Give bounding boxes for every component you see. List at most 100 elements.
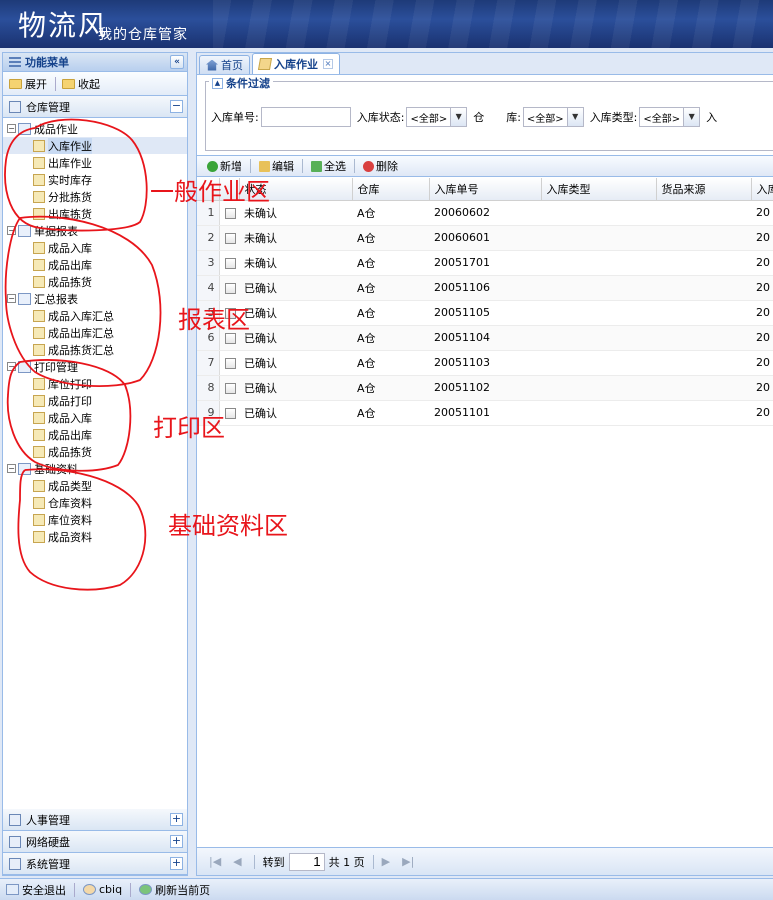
- tree-leaf[interactable]: 成品拣货: [3, 443, 187, 460]
- expand-icon[interactable]: +: [170, 857, 183, 870]
- tree-leaf[interactable]: 库位打印: [3, 375, 187, 392]
- table-row[interactable]: 1 未确认 A仓 20060602 20: [197, 200, 773, 226]
- menu-panel-header: 功能菜单 «: [3, 53, 187, 72]
- filter-legend[interactable]: ▲ 条件过滤: [209, 75, 273, 91]
- delete-button[interactable]: 删除: [363, 158, 398, 174]
- tree-folder[interactable]: − 基础资料: [3, 460, 187, 477]
- checkbox[interactable]: [224, 257, 236, 269]
- tab-inbound[interactable]: 入库作业 ×: [252, 53, 340, 74]
- tree-leaf[interactable]: 成品打印: [3, 392, 187, 409]
- tree-folder[interactable]: − 打印管理: [3, 358, 187, 375]
- cell-warehouse: A仓: [352, 225, 429, 251]
- column-header[interactable]: 入库单号: [429, 178, 542, 201]
- table-row[interactable]: 6 已确认 A仓 20051104 20: [197, 325, 773, 351]
- close-icon[interactable]: ×: [323, 59, 333, 69]
- tree-leaf[interactable]: 成品入库: [3, 239, 187, 256]
- column-header[interactable]: 货品来源: [656, 178, 752, 201]
- checkbox[interactable]: [224, 382, 236, 394]
- tree-folder[interactable]: − 汇总报表: [3, 290, 187, 307]
- row-checkbox: [219, 375, 239, 401]
- first-page-button[interactable]: |◀: [209, 855, 221, 868]
- tree-leaf[interactable]: 成品资料: [3, 528, 187, 545]
- tree-leaf[interactable]: 库位资料: [3, 511, 187, 528]
- cell-status: 未确认: [239, 225, 352, 251]
- next-page-button[interactable]: ▶: [382, 855, 390, 868]
- warehouse-label: 仓 库:: [473, 111, 521, 124]
- grid-body: 1 未确认 A仓 20060602 20 2 未确认 A仓 20060601 20 3 未确认 A仓 20…: [197, 200, 773, 426]
- tree-collapse-icon[interactable]: −: [7, 362, 16, 371]
- app-header: 物流风 我的仓库管家: [0, 0, 773, 48]
- tree-leaf[interactable]: 成品入库汇总: [3, 307, 187, 324]
- column-header[interactable]: 入库: [751, 178, 773, 201]
- tree-leaf[interactable]: 成品出库: [3, 256, 187, 273]
- collapse-all-button[interactable]: 收起: [62, 76, 100, 92]
- last-page-button[interactable]: ▶|: [402, 855, 414, 868]
- column-header[interactable]: 入库类型: [541, 178, 657, 201]
- accordion-section[interactable]: 人事管理 +: [3, 809, 187, 831]
- tree-leaf[interactable]: 成品拣货: [3, 273, 187, 290]
- table-row[interactable]: 7 已确认 A仓 20051103 20: [197, 350, 773, 376]
- tree-collapse-icon[interactable]: −: [7, 464, 16, 473]
- cell-type: [541, 200, 656, 226]
- expand-icon[interactable]: +: [170, 835, 183, 848]
- order-no-input[interactable]: [260, 107, 351, 127]
- tree-leaf[interactable]: 入库作业: [3, 137, 187, 154]
- cell-status: 已确认: [239, 325, 352, 351]
- type-select[interactable]: <全部> ▼: [639, 107, 701, 127]
- cell-date: 20: [751, 350, 773, 376]
- accordion-section[interactable]: 系统管理 +: [3, 853, 187, 875]
- tree-leaf[interactable]: 出库作业: [3, 154, 187, 171]
- warehouse-select[interactable]: <全部> ▼: [522, 107, 584, 127]
- table-row[interactable]: 8 已确认 A仓 20051102 20: [197, 375, 773, 401]
- tree-leaf[interactable]: 成品类型: [3, 477, 187, 494]
- table-row[interactable]: 5 已确认 A仓 20051105 20: [197, 300, 773, 326]
- logout-button[interactable]: 安全退出: [6, 882, 66, 898]
- checkbox[interactable]: [224, 407, 236, 419]
- collapse-panel-button[interactable]: «: [170, 55, 184, 69]
- header-title: 物流风: [18, 9, 109, 42]
- accordion-section[interactable]: 网络硬盘 +: [3, 831, 187, 853]
- expand-all-button[interactable]: 展开: [9, 76, 47, 92]
- status-select[interactable]: <全部> ▼: [406, 107, 468, 127]
- tab-home[interactable]: 首页: [199, 55, 250, 74]
- checkbox[interactable]: [224, 357, 236, 369]
- page-number-input[interactable]: [288, 852, 325, 871]
- document-icon: [33, 530, 45, 543]
- document-icon: [33, 411, 45, 424]
- table-row[interactable]: 4 已确认 A仓 20051106 20: [197, 275, 773, 301]
- tree-folder[interactable]: − 成品作业: [3, 120, 187, 137]
- table-row[interactable]: 9 已确认 A仓 20051101 20: [197, 400, 773, 426]
- cell-source: [656, 400, 751, 426]
- refresh-button[interactable]: 刷新当前页: [139, 882, 210, 898]
- cell-order-no: 20051104: [429, 325, 541, 351]
- table-row[interactable]: 2 未确认 A仓 20060601 20: [197, 225, 773, 251]
- tree-leaf[interactable]: 成品拣货汇总: [3, 341, 187, 358]
- section-warehouse-management[interactable]: 仓库管理 −: [3, 96, 187, 118]
- table-row[interactable]: 3 未确认 A仓 20051701 20: [197, 250, 773, 276]
- prev-page-button[interactable]: ◀: [233, 855, 241, 868]
- tree-leaf[interactable]: 仓库资料: [3, 494, 187, 511]
- tree-collapse-icon[interactable]: −: [7, 124, 16, 133]
- tree-collapse-icon[interactable]: −: [7, 294, 16, 303]
- select-all-button[interactable]: 全选: [311, 158, 346, 174]
- type-label: 入库类型:: [589, 111, 638, 124]
- collapse-icon[interactable]: ▲: [212, 77, 223, 89]
- checkbox[interactable]: [224, 207, 236, 219]
- tree-leaf[interactable]: 成品出库汇总: [3, 324, 187, 341]
- checkbox[interactable]: [224, 282, 236, 294]
- column-header[interactable]: 仓库: [352, 178, 430, 201]
- cell-warehouse: A仓: [352, 200, 429, 226]
- tree-collapse-icon[interactable]: −: [7, 226, 16, 235]
- section-toggle-button[interactable]: −: [170, 100, 183, 113]
- tree-leaf[interactable]: 出库拣货: [3, 205, 187, 222]
- row-checkbox: [219, 350, 239, 376]
- chevron-down-icon[interactable]: ▼: [566, 108, 583, 126]
- tree-folder[interactable]: − 单据报表: [3, 222, 187, 239]
- checkbox[interactable]: [224, 232, 236, 244]
- inbound-grid: 状态仓库入库单号入库类型货品来源入库 1未确认A仓20060602202未确认A…: [197, 178, 773, 426]
- status-separator: [130, 882, 132, 897]
- chevron-down-icon[interactable]: ▼: [450, 108, 467, 126]
- annotation-label-basic: 基础资料区: [168, 512, 288, 540]
- expand-icon[interactable]: +: [170, 813, 183, 826]
- chevron-down-icon[interactable]: ▼: [683, 108, 700, 126]
